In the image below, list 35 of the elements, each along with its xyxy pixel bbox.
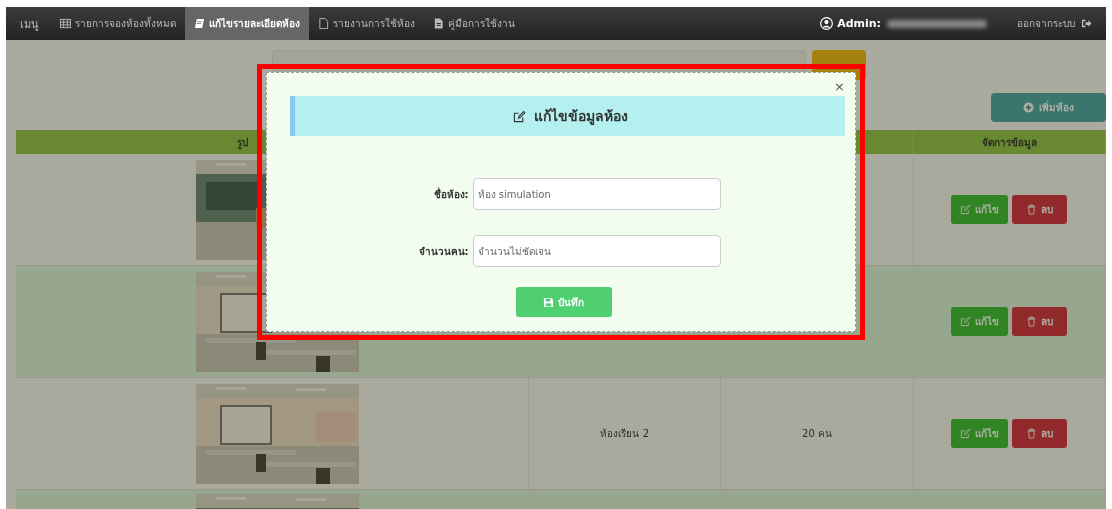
user-icon [820, 17, 834, 30]
dialog-title: แก้ไขข้อมูลห้อง [533, 107, 628, 127]
field-label: ชื่อห้อง: [432, 186, 469, 202]
document-icon [433, 18, 444, 29]
logout-link[interactable]: ออกจากระบบ [1017, 16, 1092, 31]
file-icon [318, 18, 329, 29]
delete-button[interactable]: ลบ [1012, 195, 1068, 224]
book-icon [194, 18, 205, 29]
edit-icon [960, 316, 972, 327]
edit-icon [960, 204, 972, 215]
nav-tab[interactable]: รายงานการใช้ห้อง [309, 7, 424, 40]
column-header: รูป [236, 135, 248, 150]
nav-tab[interactable]: คู่มือการใช้งาน [424, 7, 524, 40]
table-icon [60, 18, 71, 29]
room-name: ห้องเรียน 2 [600, 427, 650, 441]
logout-icon [1081, 18, 1092, 29]
room-capacity: 20 คน [802, 427, 832, 441]
admin-label: Admin: [837, 17, 881, 30]
close-button[interactable]: × [834, 79, 845, 94]
input-field[interactable]: จำนวนไม่ชัดเจน [472, 235, 721, 267]
nav-tab[interactable]: แก้ไขรายละเอียดห้อง [185, 7, 309, 40]
trash-icon [1026, 316, 1038, 327]
edit-icon [512, 109, 526, 123]
plus-circle-icon [1023, 102, 1034, 113]
field-label: จำนวนคน: [417, 244, 469, 259]
nav-tab[interactable]: รายการจองห้องทั้งหมด [51, 7, 185, 40]
input-field[interactable]: ห้อง simulation [472, 178, 721, 210]
floppy-icon [543, 296, 554, 308]
trash-icon [1026, 204, 1038, 215]
column-header: จัดการข้อมูล [981, 135, 1037, 150]
edit-icon [960, 428, 972, 439]
trash-icon [1026, 428, 1038, 439]
menu-label[interactable]: เมนู [6, 14, 51, 33]
delete-button[interactable]: ลบ [1012, 419, 1068, 448]
delete-button[interactable]: ลบ [1012, 307, 1068, 336]
